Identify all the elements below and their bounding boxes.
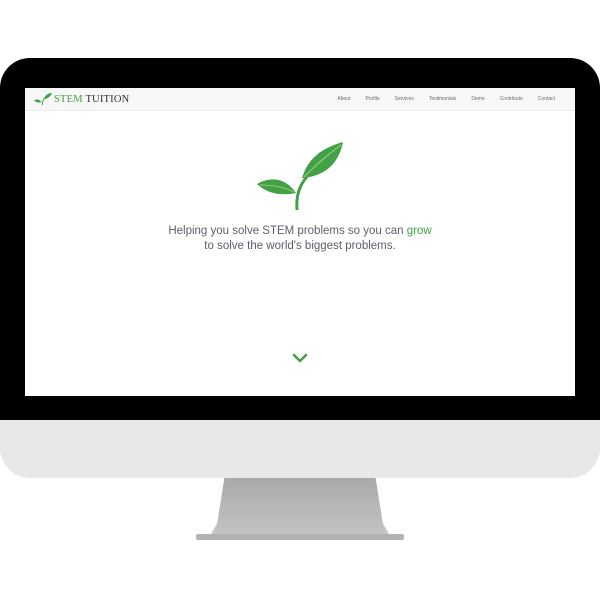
nav-link-about[interactable]: About	[337, 96, 350, 102]
website-screen: STEM TUITION About Profile Services Test…	[25, 88, 575, 396]
monitor-stand	[210, 478, 390, 536]
nav-link-contact[interactable]: Contact	[538, 96, 555, 102]
nav-link-services[interactable]: Services	[395, 96, 414, 102]
hero-text-before: Helping you solve STEM problems so you c…	[168, 225, 407, 237]
nav-link-testimonials[interactable]: Testimonials	[429, 96, 457, 102]
hero-text-after: to solve the world's biggest problems.	[204, 240, 396, 252]
hero-text-highlight: grow	[406, 225, 432, 237]
brand-logo[interactable]: STEM TUITION	[34, 88, 129, 110]
sprout-icon	[257, 142, 343, 210]
nav-link-profile[interactable]: Profile	[365, 96, 379, 102]
monitor-stand-base	[196, 534, 404, 540]
brand-name-tuition: TUITION	[82, 93, 130, 105]
monitor-chin	[0, 420, 600, 478]
nav-links: About Profile Services Testimonials Demo…	[337, 96, 555, 102]
nav-link-contribute[interactable]: Contribute	[500, 96, 523, 102]
brand-name: STEM TUITION	[54, 94, 129, 105]
brand-name-stem: STEM	[54, 93, 83, 105]
leaf-icon	[34, 93, 52, 106]
chevron-down-icon[interactable]	[292, 352, 308, 364]
hero-tagline: Helping you solve STEM problems so you c…	[165, 224, 435, 254]
navbar: STEM TUITION About Profile Services Test…	[25, 88, 575, 111]
nav-link-demo[interactable]: Demo	[471, 96, 484, 102]
